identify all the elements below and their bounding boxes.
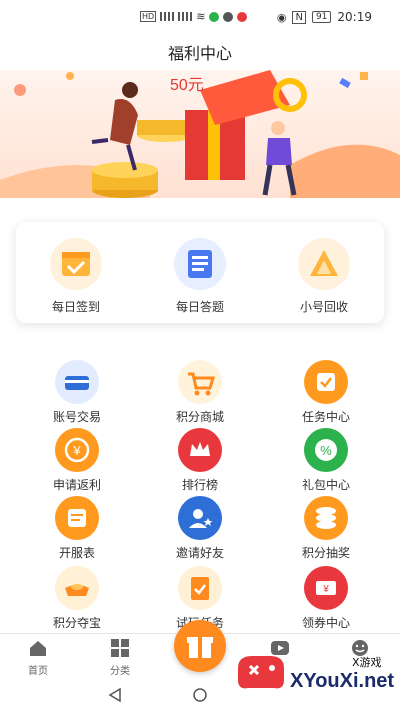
ranking-label: 排行榜 — [181, 478, 218, 492]
schedule-icon — [55, 496, 99, 540]
task-center-button[interactable]: 任务中心 — [276, 360, 376, 425]
watermark-brand: XYouXi.net — [290, 670, 395, 692]
account-recycle-button[interactable]: 小号回收 — [274, 238, 374, 315]
status-icons-left: HD ≋ — [140, 10, 248, 23]
points-mall-label: 积分商城 — [175, 410, 224, 424]
points-treasure-label: 积分夺宝 — [52, 616, 101, 630]
server-schedule-label: 开服表 — [58, 546, 95, 560]
invite-friends-button[interactable]: 邀请好友 — [150, 496, 250, 561]
trade-icon — [55, 360, 99, 404]
status-icons-right: ◉ N 91 20:19 — [277, 10, 372, 24]
quiz-icon — [174, 238, 226, 290]
points-treasure-button[interactable]: 积分夺宝 — [27, 566, 127, 631]
tab-category[interactable]: 分类 — [90, 638, 150, 677]
crown-icon — [178, 428, 222, 472]
svg-text:¥: ¥ — [72, 443, 81, 458]
server-schedule-button[interactable]: 开服表 — [27, 496, 127, 561]
eye-icon: ◉ — [276, 10, 287, 24]
promo-banner[interactable]: 50元 — [0, 70, 400, 198]
app-notification-icon — [209, 11, 220, 22]
tab-home-label: 首页 — [28, 666, 48, 677]
tab-category-label: 分类 — [110, 666, 130, 677]
gift-icon — [187, 637, 213, 658]
coin-stack-icon — [304, 496, 348, 540]
gift-center-button[interactable]: % 礼包中心 — [276, 428, 376, 493]
tab-home[interactable]: 首页 — [8, 638, 68, 677]
recycle-icon — [298, 238, 350, 290]
rebate-label: 申请返利 — [52, 478, 101, 492]
svg-text:%: % — [320, 443, 332, 458]
invite-friends-label: 邀请好友 — [175, 546, 224, 560]
welfare-center-fab[interactable] — [174, 620, 226, 672]
nfc-icon: N — [292, 10, 306, 24]
user-star-icon — [178, 496, 222, 540]
banner-amount: 50元 — [170, 77, 204, 94]
home-nav-icon[interactable] — [193, 688, 207, 702]
status-bar: HD ≋ ◉ N 91 20:19 — [0, 0, 400, 34]
home-icon — [28, 638, 48, 658]
account-recycle-label: 小号回收 — [299, 300, 348, 314]
page-title: 福利中心 — [167, 44, 232, 63]
svg-text:¥: ¥ — [322, 584, 329, 595]
account-trade-button[interactable]: 账号交易 — [27, 360, 127, 425]
message-icon — [223, 11, 234, 22]
ticket-icon: ¥ — [304, 566, 348, 610]
signal-icon — [160, 12, 175, 21]
clipboard-check-icon — [178, 566, 222, 610]
cart-icon — [178, 360, 222, 404]
daily-signin-label: 每日签到 — [51, 300, 100, 314]
coupon-center-label: 领券中心 — [301, 616, 350, 630]
battery-icon: 91 — [311, 11, 332, 23]
watermark-tag: X游戏 — [352, 656, 382, 669]
rebate-button[interactable]: ¥ 申请返利 — [27, 428, 127, 493]
clock: 20:19 — [337, 10, 372, 24]
gift-center-label: 礼包中心 — [301, 478, 350, 492]
coupon-center-button[interactable]: ¥ 领券中心 — [276, 566, 376, 631]
hd-icon: HD — [140, 11, 157, 22]
app-notification-icon-2 — [237, 11, 248, 22]
daily-quiz-button[interactable]: 每日答题 — [150, 238, 250, 315]
points-lottery-button[interactable]: 积分抽奖 — [276, 496, 376, 561]
ranking-button[interactable]: 排行榜 — [150, 428, 250, 493]
wifi-icon: ≋ — [196, 10, 206, 23]
grid-icon — [110, 638, 130, 658]
calendar-icon — [50, 238, 102, 290]
daily-card: 每日签到 每日答题 小号回收 — [16, 222, 384, 323]
daily-quiz-label: 每日答题 — [175, 300, 224, 314]
banner-illustration: 50元 — [0, 70, 400, 198]
yen-coin-icon: ¥ — [55, 428, 99, 472]
site-watermark: X游戏 XYouXi.net — [232, 640, 400, 700]
gold-ingot-icon — [55, 566, 99, 610]
signal-icon-2 — [178, 12, 193, 21]
account-trade-label: 账号交易 — [52, 410, 101, 424]
points-lottery-label: 积分抽奖 — [301, 546, 350, 560]
points-mall-button[interactable]: 积分商城 — [150, 360, 250, 425]
task-icon — [304, 360, 348, 404]
percent-icon: % — [304, 428, 348, 472]
task-center-label: 任务中心 — [301, 410, 350, 424]
back-icon[interactable] — [108, 687, 121, 703]
daily-signin-button[interactable]: 每日签到 — [26, 238, 126, 315]
